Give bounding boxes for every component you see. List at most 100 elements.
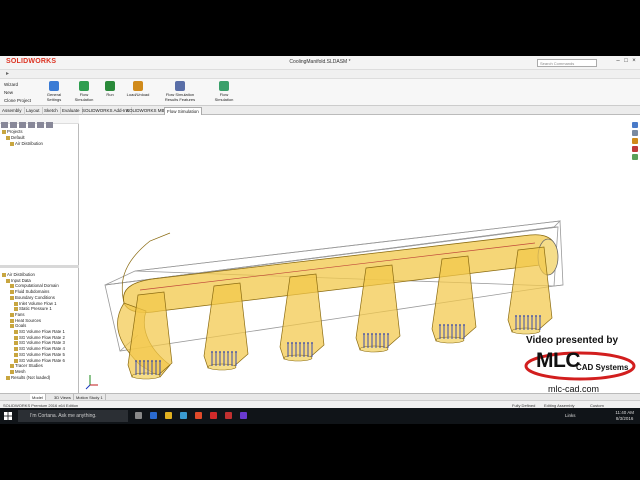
flow-vector-head: [295, 342, 297, 344]
resources-icon[interactable]: [632, 122, 638, 128]
tree-item[interactable]: Projects: [2, 129, 23, 134]
file-explorer-taskbar-icon[interactable]: [165, 412, 172, 419]
brand-company: MLC: [536, 349, 581, 372]
brand-tagline: Video presented by: [526, 335, 619, 346]
tree-node-icon: [14, 341, 18, 346]
solidworks-taskbar-icon[interactable]: [210, 412, 217, 419]
results-features-button[interactable]: Flow Simulation Results Features: [160, 81, 200, 102]
flow-vector-head: [291, 342, 293, 344]
tree-item-label: SG Volume Flow Rate 4: [19, 346, 65, 352]
tree-item[interactable]: Input Data: [6, 278, 31, 283]
flow-vector-head: [519, 315, 521, 317]
tree-item-label: Inlet Volume Flow 1: [19, 300, 57, 306]
tree-item[interactable]: Goals: [10, 323, 26, 329]
app2-taskbar-icon[interactable]: [240, 412, 247, 419]
flow-vector-head: [231, 351, 233, 353]
tree-item[interactable]: SG Volume Flow Rate 6: [14, 358, 65, 363]
tree-item[interactable]: Results (Not loaded): [6, 375, 50, 380]
solidworks-window: SOLIDWORKS CoolingManifold.SLDASM * Sear…: [0, 56, 640, 424]
tree-node-icon: [14, 352, 18, 357]
load-unload-button[interactable]: Load/Unload: [124, 81, 152, 97]
tree-item[interactable]: Fans: [10, 312, 25, 317]
windows-start-icon[interactable]: [4, 412, 12, 420]
wizard-button[interactable]: Wizard: [4, 81, 31, 89]
tree-item[interactable]: SG Volume Flow Rate 5: [14, 352, 65, 357]
flow-analysis-icon[interactable]: [46, 122, 53, 128]
property-icon[interactable]: [10, 122, 17, 128]
flow-simulation-2-button[interactable]: Flow Simulation: [210, 81, 238, 102]
flow-vector-head: [443, 324, 445, 326]
tree-item[interactable]: Static Pressure 1: [14, 306, 52, 312]
tab-assembly[interactable]: Assembly: [0, 107, 25, 115]
flow-vector-head: [523, 315, 525, 317]
appearances-icon[interactable]: [632, 146, 638, 152]
flow-vector-head: [139, 360, 141, 362]
edge-icon[interactable]: [150, 412, 157, 419]
minimize-button[interactable]: –: [614, 58, 622, 64]
tree-item[interactable]: Air Distribution: [10, 141, 43, 146]
new-button[interactable]: New: [4, 89, 31, 97]
tree-item-label: Fluid Subdomains: [15, 289, 50, 295]
flow-vector-head: [451, 324, 453, 326]
flow-vector-head: [307, 342, 309, 344]
tree-item[interactable]: Mesh: [10, 369, 26, 374]
tree-item[interactable]: Heat Sources: [10, 318, 41, 323]
task-view-icon[interactable]: [135, 412, 142, 419]
close-button[interactable]: ×: [630, 58, 638, 64]
display-icon[interactable]: [37, 122, 44, 128]
tree-item[interactable]: Tracer Studies: [10, 363, 43, 369]
tree-item[interactable]: SG Volume Flow Rate 2: [14, 335, 65, 340]
file-explorer-icon[interactable]: [632, 138, 638, 144]
tree-item-label: Input Data: [11, 277, 31, 283]
design-library-icon[interactable]: [632, 130, 638, 136]
menu-expand-icon[interactable]: ▸: [6, 70, 9, 77]
search-commands-input[interactable]: Search Commands: [537, 59, 597, 67]
run-icon: [105, 81, 115, 91]
config-icon[interactable]: [19, 122, 26, 128]
custom-properties-icon[interactable]: [632, 154, 638, 160]
feature-tree-icon[interactable]: [1, 122, 8, 128]
flow-vector-head: [215, 351, 217, 353]
mlc-branding: Video presented by MLC CAD Systems mlc-c…: [520, 331, 640, 396]
clone-project-button[interactable]: Clone Project: [4, 97, 31, 105]
tab-flow-simulation[interactable]: Flow Simulation: [164, 107, 202, 115]
flow-vector-head: [535, 315, 537, 317]
tree-node-icon: [10, 369, 14, 374]
tab-layout[interactable]: Layout: [24, 107, 43, 115]
maximize-button[interactable]: □: [622, 58, 630, 64]
panel-splitter[interactable]: [0, 265, 79, 268]
tree-item[interactable]: Computational Domain: [10, 283, 59, 289]
app-taskbar-icon[interactable]: [225, 412, 232, 419]
dim-expert-icon[interactable]: [28, 122, 35, 128]
tree-item[interactable]: Default: [6, 135, 25, 140]
flow-vector-head: [379, 333, 381, 335]
store-icon[interactable]: [180, 412, 187, 419]
tree-item[interactable]: SG Volume Flow Rate 4: [14, 346, 65, 352]
run-button[interactable]: Run: [96, 81, 124, 97]
tree-item[interactable]: SG Volume Flow Rate 3: [14, 340, 65, 346]
tree-item[interactable]: SG Volume Flow Rate 1: [14, 329, 65, 334]
tree-item-label: Projects: [7, 129, 23, 134]
flow-vector-head: [439, 324, 441, 326]
chrome-icon[interactable]: [195, 412, 202, 419]
links-toolbar[interactable]: Links: [565, 413, 576, 418]
flow-simulation-button[interactable]: Flow Simulation: [70, 81, 98, 102]
tab-sketch[interactable]: Sketch: [42, 107, 61, 115]
status-bar: SOLIDWORKS Premium 2016 x64 Edition Full…: [0, 400, 640, 408]
tool-label: Flow Simulation: [74, 92, 94, 102]
tree-item[interactable]: Air Distribution: [2, 272, 35, 277]
flow-vector-head: [367, 333, 369, 335]
title-bar: SOLIDWORKS CoolingManifold.SLDASM * Sear…: [0, 56, 640, 70]
tree-item[interactable]: Inlet Volume Flow 1: [14, 301, 57, 306]
system-clock[interactable]: 11:40 AM 8/3/2016: [615, 410, 634, 422]
tree-node-icon: [10, 318, 14, 323]
cortana-search-box[interactable]: I'm Cortana. Ask me anything.: [18, 410, 128, 422]
flow-vector-head: [227, 351, 229, 353]
tree-node-icon: [10, 284, 14, 289]
general-settings-button[interactable]: General Settings: [40, 81, 68, 102]
tree-item[interactable]: Boundary Conditions: [10, 295, 55, 300]
tree-node-icon: [14, 358, 18, 363]
clock-date: 8/3/2016: [615, 416, 634, 421]
flow-vector-head: [151, 360, 153, 362]
tree-item[interactable]: Fluid Subdomains: [10, 289, 50, 295]
